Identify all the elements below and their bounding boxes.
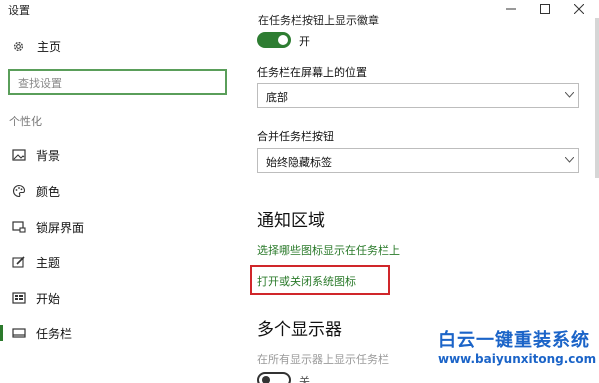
sidebar-item-start[interactable]: 开始 (0, 287, 242, 309)
combine-label: 合并任务栏按钮 (257, 130, 334, 143)
notification-area-heading: 通知区域 (257, 211, 325, 231)
badge-toggle[interactable] (257, 32, 291, 48)
select-taskbar-icons-link[interactable]: 选择哪些图标显示在任务栏上 (257, 242, 400, 258)
close-icon (574, 4, 584, 14)
search-input[interactable]: 查找设置 (8, 69, 227, 95)
palette-icon (13, 184, 26, 198)
search-placeholder: 查找设置 (18, 77, 62, 90)
maximize-icon (540, 4, 550, 14)
sidebar-item-label: 背景 (36, 149, 61, 163)
sidebar-item-label: 锁屏界面 (36, 221, 85, 235)
home-label: 主页 (37, 39, 62, 54)
watermark-title: 白云一键重装系统 (438, 330, 590, 351)
start-menu-icon (12, 292, 26, 304)
highlight-box (250, 265, 390, 295)
minimize-button[interactable] (496, 0, 526, 18)
multi-display-heading: 多个显示器 (257, 320, 342, 340)
gear-icon (13, 41, 24, 51)
sidebar-item-label: 主题 (36, 256, 61, 270)
multi-display-toggle[interactable] (257, 372, 291, 383)
chevron-down-icon (565, 157, 574, 163)
sidebar-item-lock-screen[interactable]: 锁屏界面 (0, 216, 242, 238)
multi-display-label: 在所有显示器上显示任务栏 (257, 353, 389, 366)
toggle-knob (262, 376, 270, 383)
scrollbar[interactable] (595, 18, 599, 178)
watermark: 白云一键重装系统 www.baiyunxitong.com (438, 326, 599, 383)
combine-dropdown[interactable]: 始终隐藏标签 (257, 148, 579, 173)
active-indicator (0, 325, 3, 341)
lock-screen-icon (12, 221, 26, 233)
minimize-icon (506, 8, 516, 10)
taskbar-icon (12, 328, 26, 338)
toggle-knob (278, 35, 288, 45)
sidebar-item-label: 任务栏 (36, 327, 73, 341)
section-label: 个性化 (9, 115, 42, 128)
position-dropdown[interactable]: 底部 (257, 83, 579, 108)
image-icon (12, 149, 26, 161)
sidebar-item-label: 开始 (36, 292, 61, 306)
sidebar-item-taskbar[interactable]: 任务栏 (0, 322, 242, 344)
sidebar-item-themes[interactable]: 主题 (0, 251, 242, 273)
sidebar-item-label: 颜色 (36, 185, 61, 199)
badge-toggle-label: 开 (299, 35, 310, 48)
sidebar-item-colors[interactable]: 颜色 (0, 180, 242, 202)
combine-value: 始终隐藏标签 (266, 156, 332, 169)
sidebar-item-background[interactable]: 背景 (0, 144, 242, 166)
brush-icon (12, 256, 25, 268)
watermark-url: www.baiyunxitong.com (438, 352, 597, 366)
sidebar-item-home[interactable]: 主页 (12, 37, 61, 55)
position-label: 任务栏在屏幕上的位置 (257, 66, 367, 79)
close-button[interactable] (564, 0, 594, 18)
sidebar: 主页 查找设置 个性化 背景 颜色 锁屏界面 主题 开始 任务栏 (0, 18, 242, 383)
multi-display-toggle-label: 关 (299, 375, 310, 383)
chevron-down-icon (565, 92, 574, 98)
position-value: 底部 (266, 91, 288, 104)
window-title: 设置 (8, 4, 30, 17)
badge-setting-label: 在任务栏按钮上显示徽章 (258, 14, 379, 27)
maximize-button[interactable] (530, 0, 560, 18)
